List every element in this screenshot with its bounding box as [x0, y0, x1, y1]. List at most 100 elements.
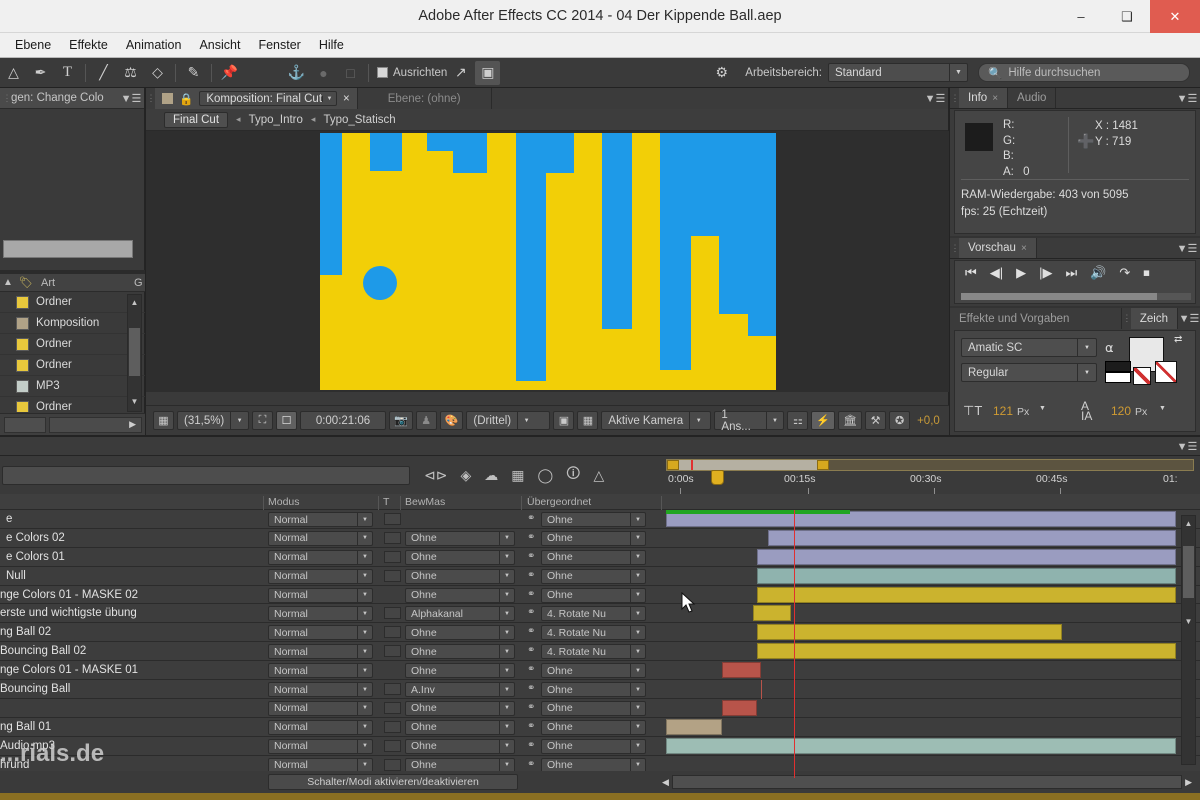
scroll-left-icon[interactable]: ◀: [662, 777, 669, 788]
track-matte-select[interactable]: Alphakanal ▼: [405, 606, 515, 622]
chevron-down-icon[interactable]: ▼: [1159, 405, 1166, 412]
leading-value[interactable]: 120: [1111, 404, 1131, 418]
layer-name[interactable]: Null: [0, 567, 262, 585]
label-tag-icon[interactable]: 🏷: [17, 271, 35, 295]
hscroll-track[interactable]: [671, 775, 1183, 789]
timeline-search-input[interactable]: [2, 465, 410, 485]
footer-bar[interactable]: ▶: [49, 416, 142, 433]
timeline-jump-icon[interactable]: 🏛: [838, 411, 863, 430]
panel-menu-icon[interactable]: ▼☰: [1174, 88, 1200, 108]
list-item[interactable]: Komposition: [0, 313, 145, 334]
tab-zeichen[interactable]: Zeich: [1130, 308, 1178, 329]
track-matte-select[interactable]: Ohne ▼: [405, 549, 515, 565]
table-row[interactable]: nge Colors 01 - MASKE 02 Normal ▼ Ohne ▼…: [0, 585, 1200, 605]
panel-gripper-icon[interactable]: ⋮: [146, 88, 156, 109]
blend-mode-select[interactable]: Normal ▼: [268, 663, 373, 679]
eyedropper-icon[interactable]: ⍺: [1105, 340, 1114, 356]
table-row[interactable]: Bouncing Ball Normal ▼ A.Inv ▼ ⚭ Ohne ▼: [0, 680, 1200, 700]
parent-select[interactable]: Ohne ▼: [541, 512, 646, 527]
graph-editor-icon[interactable]: ⊲⊳: [424, 467, 447, 484]
exposure-value[interactable]: +0,0: [917, 415, 940, 427]
preserve-transparency-toggle[interactable]: [384, 513, 401, 525]
panel-gripper-icon[interactable]: ⋮: [950, 88, 960, 108]
layer-name[interactable]: nge Colors 01 - MASKE 02: [0, 586, 262, 604]
parent-pickwhip-icon[interactable]: ⚭: [527, 513, 535, 524]
next-frame-icon[interactable]: |▶: [1039, 265, 1052, 281]
layer-clip-bar[interactable]: [666, 718, 722, 735]
layer-name[interactable]: Bouncing Ball 02: [0, 642, 262, 660]
menu-item-hilfe[interactable]: Hilfe: [310, 35, 353, 55]
preserve-transparency-toggle[interactable]: [384, 758, 401, 771]
panel-menu-icon[interactable]: ▼☰: [1174, 238, 1200, 258]
roto-brush-tool-icon[interactable]: ✎: [181, 61, 206, 85]
breadcrumb-item-typo-intro[interactable]: Typo_Intro: [249, 114, 303, 126]
blend-mode-select[interactable]: Normal ▼: [268, 700, 373, 716]
font-family-select[interactable]: Amatic SC ▼: [961, 338, 1097, 357]
column-header-art[interactable]: Art: [36, 277, 129, 289]
track-matte-select[interactable]: Ohne ▼: [405, 700, 515, 716]
scrollbar-thumb[interactable]: [129, 328, 140, 376]
layer-clip-bar[interactable]: [757, 548, 1176, 565]
no-stroke-swatch[interactable]: [1133, 367, 1151, 385]
panel-gripper-icon[interactable]: ⋮: [2, 93, 12, 104]
column-header-bewmas[interactable]: BewMas: [405, 496, 445, 508]
audio-icon[interactable]: 🔊: [1090, 265, 1106, 281]
channel-rgb-icon[interactable]: 🎨: [439, 411, 464, 430]
project-scrollbar[interactable]: ▲ ▼: [127, 294, 142, 412]
column-header-g[interactable]: G: [129, 277, 145, 289]
list-item[interactable]: Ordner: [0, 334, 145, 355]
layer-clip-bar[interactable]: [666, 737, 1176, 754]
table-row[interactable]: e Colors 02 Normal ▼ Ohne ▼ ⚭ Ohne ▼: [0, 528, 1200, 548]
layer-name[interactable]: nge Colors 01 - MASKE 01: [0, 661, 262, 679]
align-checkbox-group[interactable]: Ausrichten: [377, 67, 447, 79]
list-item[interactable]: Ordner: [0, 355, 145, 376]
loop-icon[interactable]: ↷: [1119, 265, 1130, 281]
table-row[interactable]: nge Colors 01 - MASKE 01 Normal ▼ Ohne ▼…: [0, 661, 1200, 681]
white-swatch[interactable]: [1105, 372, 1131, 383]
blend-mode-select[interactable]: Normal ▼: [268, 568, 373, 584]
tab-audio[interactable]: Audio: [1008, 88, 1057, 108]
layer-clip-bar[interactable]: [757, 624, 1062, 641]
parent-pickwhip-icon[interactable]: ⚭: [527, 570, 535, 581]
region-icon[interactable]: ▣: [553, 411, 575, 430]
blend-mode-select[interactable]: Normal ▼: [268, 738, 373, 754]
layer-name[interactable]: e Colors 02: [0, 529, 262, 547]
close-icon[interactable]: ×: [343, 93, 350, 105]
transform-box-icon[interactable]: ▣: [475, 60, 501, 85]
frame-blend-icon[interactable]: ▦: [511, 467, 524, 484]
work-area-start-handle[interactable]: [667, 460, 679, 470]
blend-mode-select[interactable]: Normal ▼: [268, 606, 373, 622]
preserve-transparency-toggle[interactable]: [384, 645, 401, 658]
tab-info[interactable]: Info ×: [959, 88, 1009, 108]
maximize-button[interactable]: ❑: [1104, 0, 1150, 33]
layer-name[interactable]: ng Ball 01: [0, 718, 262, 736]
layer-clip-bar[interactable]: [753, 605, 791, 622]
parent-select[interactable]: Ohne ▼: [541, 530, 646, 546]
blend-mode-select[interactable]: Normal ▼: [268, 549, 373, 565]
parent-pickwhip-icon[interactable]: ⚭: [527, 702, 535, 713]
workspace-gear-icon[interactable]: ⚙: [709, 61, 734, 85]
stroke-color-swatch[interactable]: [1155, 361, 1177, 383]
menu-item-fenster[interactable]: Fenster: [249, 35, 309, 55]
parent-select[interactable]: Ohne ▼: [541, 587, 646, 603]
parent-select[interactable]: 4. Rotate Nu ▼: [541, 606, 646, 622]
selection-tool-icon[interactable]: △: [1, 61, 26, 85]
list-item[interactable]: Ordner: [0, 292, 145, 313]
close-button[interactable]: ✕: [1150, 0, 1200, 33]
puppet-pin-tool-icon[interactable]: 📌: [217, 61, 242, 85]
graph-curve-icon[interactable]: △: [593, 467, 604, 484]
flowchart-icon[interactable]: ⚒: [865, 411, 887, 430]
region-of-interest-icon[interactable]: ⛶: [252, 411, 273, 430]
parent-pickwhip-icon[interactable]: ⚭: [527, 683, 535, 694]
zoom-select[interactable]: (31,5%) ▼: [177, 411, 249, 430]
preserve-transparency-toggle[interactable]: [384, 739, 401, 752]
table-row[interactable]: Bouncing Ball 02 Normal ▼ Ohne ▼ ⚭ 4. Ro…: [0, 642, 1200, 662]
scrollbar-thumb[interactable]: [1183, 546, 1194, 598]
pen-tool-icon[interactable]: ✒: [28, 61, 53, 85]
track-matte-select[interactable]: Ohne ▼: [405, 644, 515, 660]
preserve-transparency-toggle[interactable]: [384, 683, 401, 696]
parent-select[interactable]: Ohne ▼: [541, 549, 646, 565]
blend-mode-select[interactable]: Normal ▼: [268, 625, 373, 641]
blend-mode-select[interactable]: Normal ▼: [268, 719, 373, 735]
layer-name[interactable]: e: [0, 510, 262, 528]
